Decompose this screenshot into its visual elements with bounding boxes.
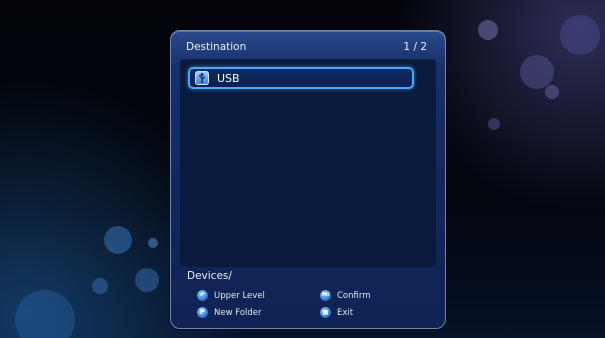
- dialog-title: Destination: [186, 41, 247, 53]
- list-item-usb[interactable]: USB: [188, 67, 414, 89]
- destination-list[interactable]: USB: [180, 59, 436, 267]
- return-icon: ↶: [197, 290, 208, 301]
- background-bokeh: [478, 20, 498, 40]
- background-bokeh: [488, 118, 500, 130]
- page-indicator: 1 / 2: [403, 41, 427, 53]
- usb-drive-icon: [195, 71, 209, 85]
- dialog-header: Destination 1 / 2: [186, 40, 427, 54]
- confirm-hint[interactable]: Mi Confirm: [320, 290, 400, 302]
- background-bokeh: [92, 278, 108, 294]
- background-bokeh: [148, 238, 158, 248]
- new-folder-hint[interactable]: P New Folder: [197, 307, 297, 319]
- current-path: Devices/: [187, 270, 232, 282]
- background-bokeh: [545, 85, 559, 99]
- stop-icon: ■: [320, 307, 331, 318]
- background-bokeh: [520, 55, 554, 89]
- background-bokeh: [560, 15, 600, 55]
- new-folder-icon: P: [197, 307, 208, 318]
- background-bokeh: [135, 268, 159, 292]
- media-player-screen: Destination 1 / 2 USB Devices/ ↶ Upper L…: [0, 0, 605, 338]
- destination-dialog: Destination 1 / 2 USB Devices/ ↶ Upper L…: [170, 30, 446, 329]
- background-bokeh: [104, 226, 132, 254]
- background-bokeh: [15, 290, 75, 338]
- confirm-label: Confirm: [337, 291, 371, 301]
- list-item-label: USB: [217, 72, 240, 85]
- new-folder-label: New Folder: [214, 308, 262, 318]
- exit-label: Exit: [337, 308, 354, 318]
- upper-level-hint[interactable]: ↶ Upper Level: [197, 290, 297, 302]
- mi-icon: Mi: [320, 290, 331, 301]
- upper-level-label: Upper Level: [214, 291, 265, 301]
- exit-hint[interactable]: ■ Exit: [320, 307, 400, 319]
